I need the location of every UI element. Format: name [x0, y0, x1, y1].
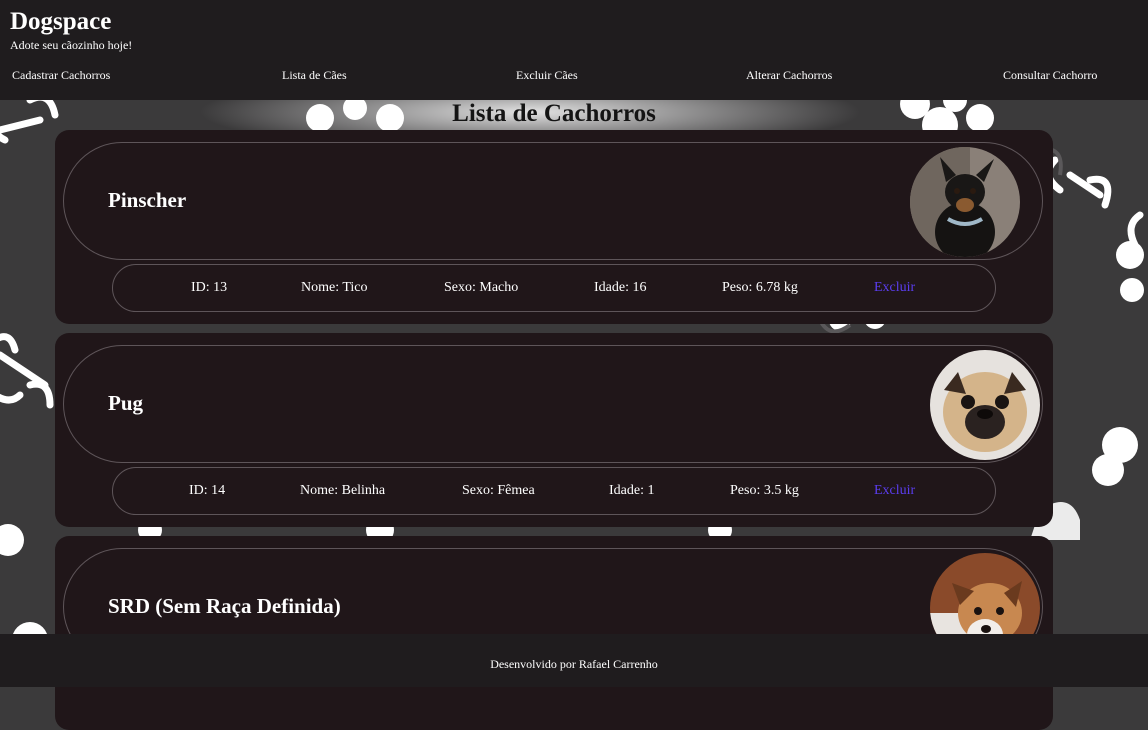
nav-alterar-cachorros[interactable]: Alterar Cachorros	[746, 68, 832, 83]
nav-excluir-caes[interactable]: Excluir Cães	[516, 68, 578, 83]
pinscher-photo	[910, 147, 1020, 257]
dog-card: Pug ID: 14 Nome: Belinha Sexo: Fêmea Ida…	[55, 333, 1053, 527]
delete-link[interactable]: Excluir	[874, 280, 915, 296]
dog-card: Pinscher ID: 13 Nome: Tico Sexo: Macho I…	[55, 130, 1053, 324]
nav-cadastrar-cachorros[interactable]: Cadastrar Cachorros	[12, 68, 110, 83]
breed-header: Pug	[63, 345, 1043, 463]
dog-id: ID: 14	[189, 483, 226, 498]
dog-age: Idade: 16	[594, 280, 647, 295]
site-header: Dogspace Adote seu cãozinho hoje! Cadast…	[0, 0, 1148, 100]
pug-photo	[930, 350, 1040, 460]
dog-id: ID: 13	[191, 280, 228, 295]
breed-name: SRD (Sem Raça Definida)	[108, 594, 341, 618]
page-title: Lista de Cachorros	[452, 100, 656, 127]
brand-tagline: Adote seu cãozinho hoje!	[10, 38, 133, 52]
site-footer: Desenvolvido por Rafael Carrenho	[0, 634, 1148, 687]
footer-credit: Desenvolvido por Rafael Carrenho	[490, 657, 658, 671]
dog-card: SRD (Sem Raça Definida)	[55, 536, 1053, 730]
breed-header: Pinscher	[63, 142, 1043, 260]
nav-consultar-cachorro[interactable]: Consultar Cachorro	[1003, 68, 1097, 83]
breed-name: Pinscher	[108, 188, 187, 212]
dog-info-bar: ID: 14 Nome: Belinha Sexo: Fêmea Idade: …	[112, 467, 996, 515]
dog-weight: Peso: 6.78 kg	[722, 280, 798, 295]
dog-sex: Sexo: Fêmea	[462, 483, 535, 498]
dog-name: Nome: Tico	[301, 280, 368, 295]
brand-title[interactable]: Dogspace	[10, 8, 111, 36]
breed-name: Pug	[108, 391, 144, 415]
nav-lista-de-caes[interactable]: Lista de Cães	[282, 68, 347, 83]
dog-name: Nome: Belinha	[300, 483, 386, 498]
dog-age: Idade: 1	[609, 483, 655, 498]
dog-sex: Sexo: Macho	[444, 280, 519, 295]
delete-link[interactable]: Excluir	[874, 483, 915, 499]
dog-info-bar: ID: 13 Nome: Tico Sexo: Macho Idade: 16 …	[112, 264, 996, 312]
dog-weight: Peso: 3.5 kg	[730, 483, 799, 498]
